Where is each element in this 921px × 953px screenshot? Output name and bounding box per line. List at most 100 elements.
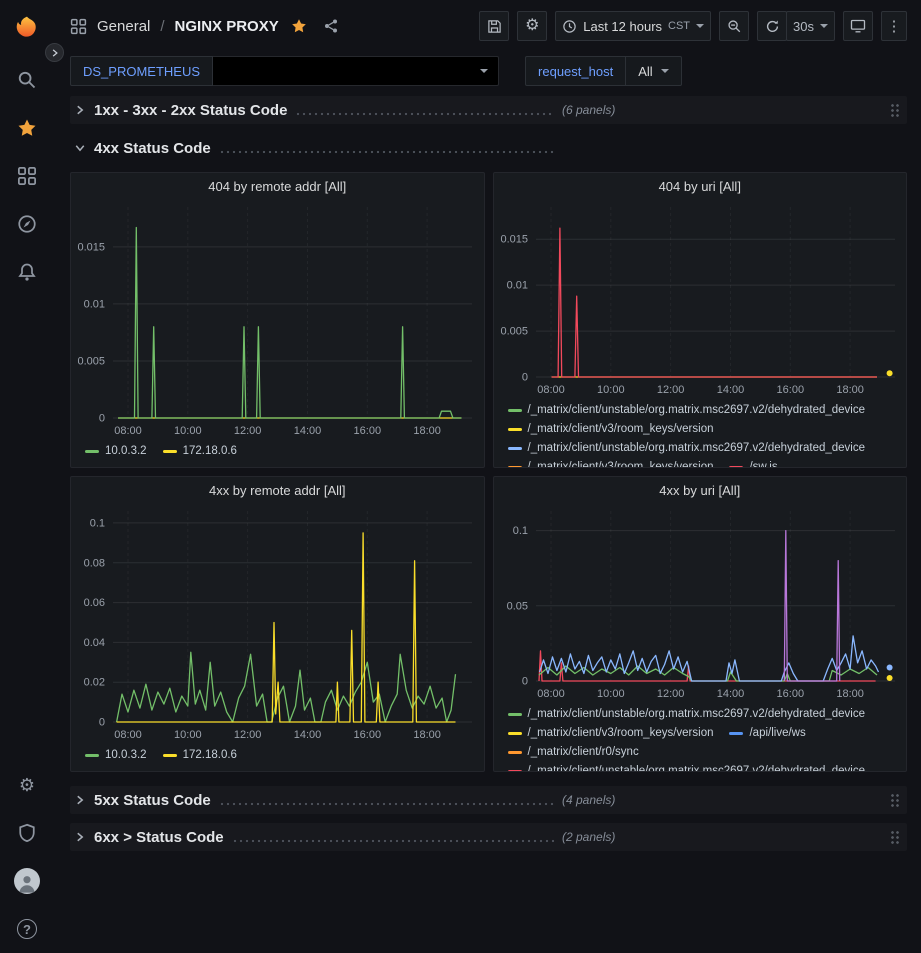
- timeseries-chart[interactable]: 00.0050.010.01508:0010:0012:0014:0016:00…: [71, 199, 484, 440]
- chart-svg: 00.050.108:0010:0012:0014:0016:0018:00: [494, 503, 907, 703]
- svg-text:0: 0: [521, 372, 527, 384]
- row-title: 4xx Status Code: [94, 140, 211, 157]
- chevron-right-icon: [74, 104, 86, 116]
- timeseries-chart[interactable]: 00.050.108:0010:0012:0014:0016:0018:00: [494, 503, 907, 703]
- sidebar-item-help[interactable]: ?: [0, 905, 54, 953]
- refresh-interval-dropdown[interactable]: 30s: [786, 11, 835, 41]
- legend-item[interactable]: 10.0.3.2: [85, 442, 147, 461]
- panel-header[interactable]: 4xx by remote addr [All]: [71, 477, 484, 503]
- svg-text:18:00: 18:00: [413, 729, 441, 741]
- svg-text:16:00: 16:00: [776, 384, 804, 396]
- sidebar-item-profile[interactable]: [0, 857, 54, 905]
- sidebar-item-configuration[interactable]: ⚙: [0, 761, 54, 809]
- help-icon: ?: [17, 919, 37, 939]
- legend-item[interactable]: /_matrix/client/v3/room_keys/version: [508, 458, 714, 467]
- tv-mode-button[interactable]: [843, 11, 873, 41]
- svg-text:0.015: 0.015: [500, 234, 528, 246]
- svg-text:14:00: 14:00: [716, 688, 744, 700]
- sidebar-item-explore[interactable]: [0, 200, 54, 248]
- datasource-variable-value[interactable]: [213, 56, 499, 86]
- svg-text:16:00: 16:00: [354, 729, 382, 741]
- panel-title: 4xx by remote addr [All]: [209, 483, 346, 498]
- legend-item[interactable]: /_matrix/client/v3/room_keys/version: [508, 724, 714, 743]
- series-name: /_matrix/client/v3/room_keys/version: [528, 458, 714, 467]
- series-name: /_matrix/client/unstable/org.matrix.msc2…: [528, 762, 866, 771]
- svg-text:0: 0: [99, 717, 105, 729]
- more-options-button[interactable]: ⋮: [881, 11, 907, 41]
- request-host-variable-value[interactable]: All: [626, 56, 681, 86]
- series-color-marker: [508, 466, 522, 467]
- legend-item[interactable]: /_matrix/client/unstable/org.matrix.msc2…: [508, 401, 866, 420]
- panel-header[interactable]: 404 by uri [All]: [494, 173, 907, 199]
- timeseries-chart[interactable]: 00.0050.010.01508:0010:0012:0014:0016:00…: [494, 199, 907, 399]
- zoom-out-time-button[interactable]: [719, 11, 749, 41]
- time-range-picker[interactable]: Last 12 hours CST: [555, 11, 711, 41]
- svg-text:12:00: 12:00: [234, 425, 262, 437]
- svg-text:10:00: 10:00: [597, 688, 625, 700]
- row-header-6xx[interactable]: 6xx > Status Code (2 panels): [70, 823, 907, 851]
- svg-text:16:00: 16:00: [776, 688, 804, 700]
- series-color-marker: [729, 732, 743, 735]
- panel-4xx-by-remote-addr: 4xx by remote addr [All] 00.020.040.060.…: [70, 476, 485, 772]
- svg-text:10:00: 10:00: [174, 425, 202, 437]
- legend-item[interactable]: 10.0.3.2: [85, 746, 147, 765]
- legend-item[interactable]: /_matrix/client/v3/room_keys/version: [508, 420, 714, 439]
- svg-text:08:00: 08:00: [114, 425, 142, 437]
- legend-item[interactable]: /sw.js: [729, 458, 777, 467]
- chart-legend: /_matrix/client/unstable/org.matrix.msc2…: [494, 399, 907, 467]
- row-title: 6xx > Status Code: [94, 829, 224, 846]
- row-drag-handle[interactable]: [890, 830, 899, 844]
- row-drag-handle[interactable]: [890, 793, 899, 807]
- series-color-marker: [508, 713, 522, 716]
- legend-item[interactable]: /_matrix/client/unstable/org.matrix.msc2…: [508, 705, 866, 724]
- svg-text:18:00: 18:00: [836, 384, 864, 396]
- legend-item[interactable]: 172.18.0.6: [163, 746, 237, 765]
- chart-svg: 00.020.040.060.080.108:0010:0012:0014:00…: [71, 503, 484, 744]
- svg-text:0.06: 0.06: [84, 597, 105, 609]
- sidebar-item-dashboards[interactable]: [0, 152, 54, 200]
- legend-item[interactable]: /api/live/ws: [729, 724, 805, 743]
- refresh-dashboard-button[interactable]: [757, 11, 787, 41]
- legend-item[interactable]: /_matrix/client/r0/sync: [508, 743, 639, 762]
- series-name: 172.18.0.6: [183, 442, 237, 461]
- sidebar-item-starred[interactable]: [0, 104, 54, 152]
- panel-title: 4xx by uri [All]: [659, 483, 740, 498]
- panel-header[interactable]: 4xx by uri [All]: [494, 477, 907, 503]
- legend-item[interactable]: /_matrix/client/unstable/org.matrix.msc2…: [508, 762, 866, 771]
- chevron-down-icon: [74, 142, 86, 154]
- zoom-out-icon: [727, 19, 742, 34]
- row-header-5xx[interactable]: 5xx Status Code (4 panels): [70, 786, 907, 814]
- series-name: 172.18.0.6: [183, 746, 237, 765]
- legend-item[interactable]: 172.18.0.6: [163, 442, 237, 461]
- chart-legend: 10.0.3.2 172.18.0.6: [71, 440, 484, 467]
- sidebar-expand-button[interactable]: [45, 43, 64, 62]
- row-header-4xx[interactable]: 4xx Status Code: [70, 134, 907, 162]
- chevron-right-icon: [50, 48, 60, 58]
- timezone-label: CST: [668, 20, 690, 32]
- legend-item[interactable]: /_matrix/client/unstable/org.matrix.msc2…: [508, 439, 866, 458]
- row-drag-handle[interactable]: [890, 103, 899, 117]
- person-icon: [16, 872, 38, 894]
- row-header-1xx-3xx-2xx[interactable]: 1xx - 3xx - 2xx Status Code (6 panels): [70, 96, 907, 124]
- share-dashboard-button[interactable]: [323, 18, 339, 34]
- dashboard-settings-button[interactable]: ⚙: [517, 11, 547, 41]
- dashboard-title[interactable]: NGINX PROXY: [175, 18, 279, 35]
- sidebar-item-search[interactable]: [0, 56, 54, 104]
- svg-text:0.015: 0.015: [77, 241, 105, 253]
- sidebar-item-alerting[interactable]: [0, 248, 54, 296]
- series-name: /_matrix/client/unstable/org.matrix.msc2…: [528, 439, 866, 458]
- series-color-marker: [508, 447, 522, 450]
- svg-text:0.01: 0.01: [84, 298, 105, 310]
- panel-header[interactable]: 404 by remote addr [All]: [71, 173, 484, 199]
- request-host-variable-label[interactable]: request_host: [525, 56, 626, 86]
- chevron-right-icon: [74, 831, 86, 843]
- save-dashboard-button[interactable]: [479, 11, 509, 41]
- shield-icon: [17, 823, 37, 843]
- breadcrumb-folder[interactable]: General: [97, 18, 150, 35]
- svg-text:14:00: 14:00: [294, 425, 322, 437]
- favorite-star-button[interactable]: [291, 18, 307, 34]
- svg-text:0: 0: [99, 413, 105, 425]
- timeseries-chart[interactable]: 00.020.040.060.080.108:0010:0012:0014:00…: [71, 503, 484, 744]
- sidebar-item-server-admin[interactable]: [0, 809, 54, 857]
- datasource-variable-label[interactable]: DS_PROMETHEUS: [70, 56, 213, 86]
